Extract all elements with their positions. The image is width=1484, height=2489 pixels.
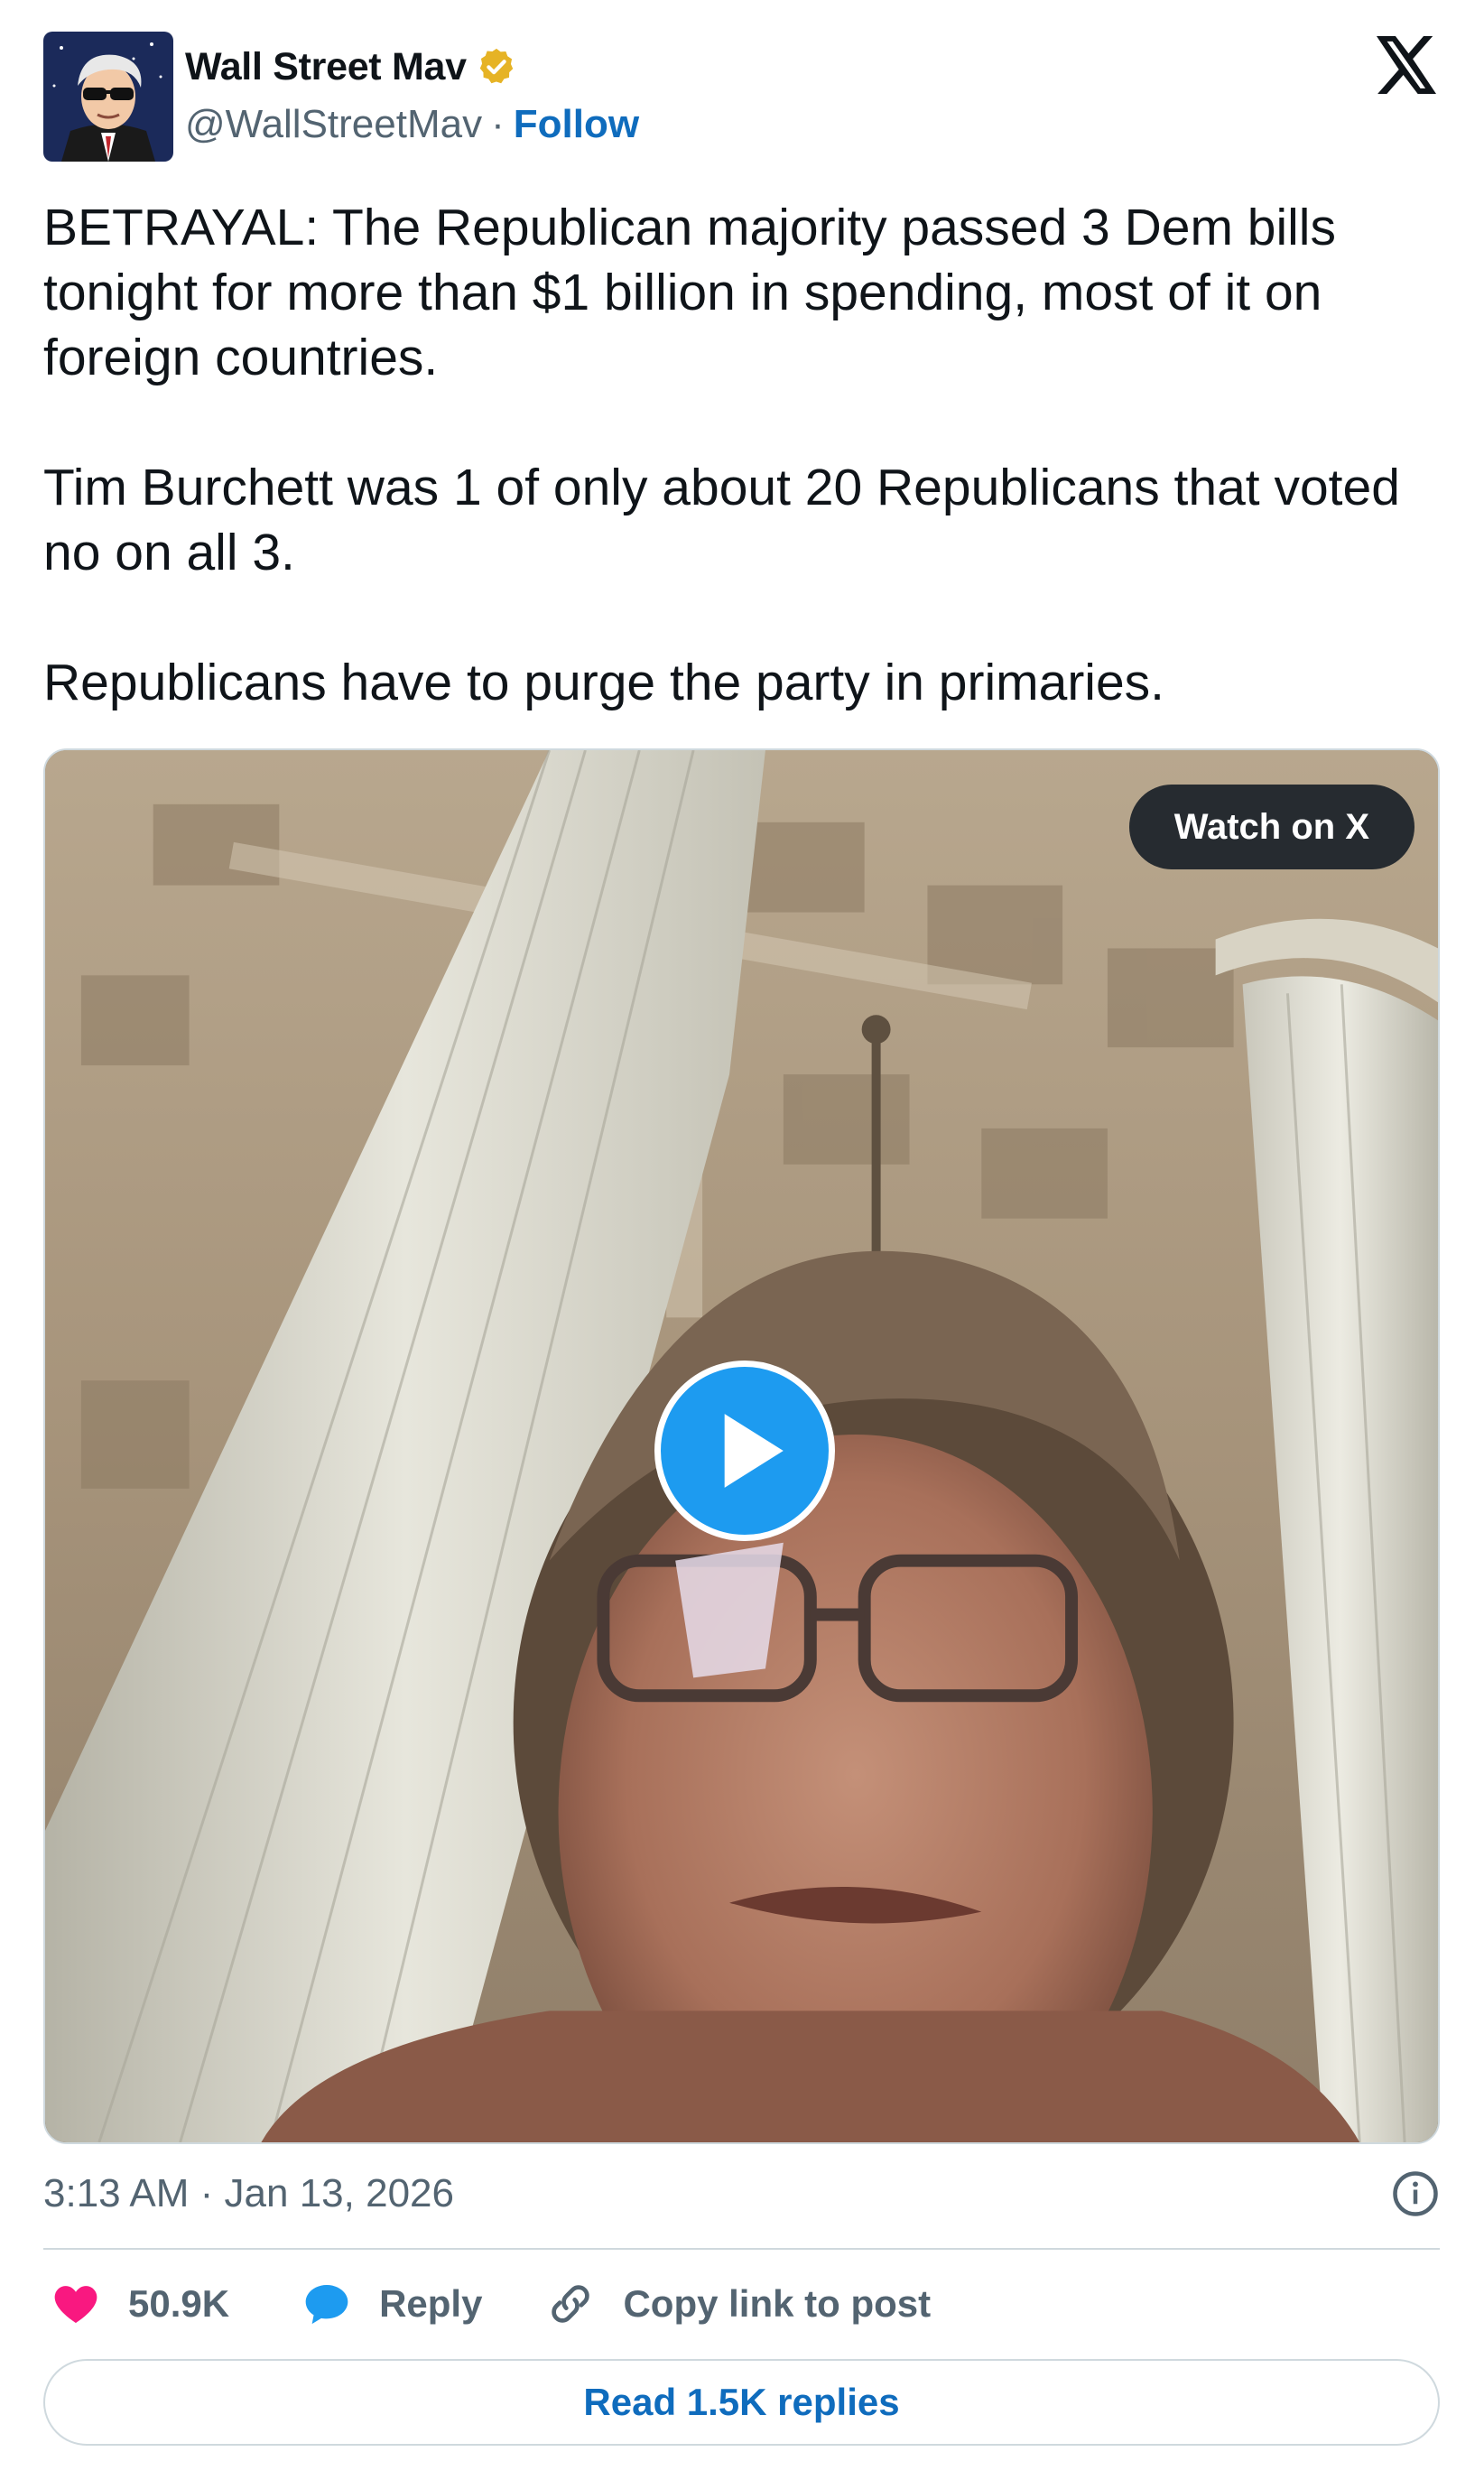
reply-label: Reply (379, 2282, 483, 2325)
x-logo-icon[interactable] (1376, 36, 1439, 94)
divider (43, 2248, 1440, 2250)
post-text: BETRAYAL: The Republican majority passed… (43, 195, 1452, 715)
play-icon (724, 1414, 784, 1488)
copy-link-label: Copy link to post (623, 2282, 932, 2325)
speech-bubble-icon (305, 2285, 348, 2325)
author-name[interactable]: Wall Street Mav (185, 45, 467, 89)
read-replies-button[interactable]: Read 1.5K replies (43, 2359, 1440, 2446)
embedded-post-card: Wall Street Mav @WallStreetMav · Follow … (0, 0, 1484, 2489)
separator-dot: · (491, 102, 505, 146)
author-block: Wall Street Mav @WallStreetMav · Follow (185, 42, 639, 150)
post-meta-row: 3:13 AM · Jan 13, 2026 (43, 2167, 1440, 2221)
follow-link[interactable]: Follow (514, 102, 639, 147)
author-handle[interactable]: @WallStreetMav (185, 102, 482, 147)
like-button[interactable]: 50.9K (51, 2279, 229, 2329)
play-button[interactable] (654, 1361, 835, 1541)
post-paragraph: Republicans have to purge the party in p… (43, 654, 1165, 711)
post-paragraph: BETRAYAL: The Republican majority passed… (43, 199, 1336, 386)
info-icon[interactable] (1391, 2169, 1440, 2218)
verified-badge-icon (479, 48, 513, 84)
link-icon (552, 2285, 590, 2323)
author-handle-row: @WallStreetMav · Follow (185, 99, 639, 150)
action-bar: 50.9K Reply Copy link to post (43, 2275, 931, 2333)
heart-icon (54, 2286, 97, 2323)
video-thumbnail[interactable]: Watch on X (43, 748, 1440, 2144)
post-timestamp[interactable]: 3:13 AM · Jan 13, 2026 (43, 2171, 454, 2216)
watch-on-x-button[interactable]: Watch on X (1128, 785, 1414, 869)
post-paragraph: Tim Burchett was 1 of only about 20 Repu… (43, 459, 1400, 581)
author-avatar[interactable] (43, 32, 173, 162)
reply-button[interactable]: Reply (301, 2279, 482, 2329)
author-name-row: Wall Street Mav (185, 42, 639, 92)
copy-link-button[interactable]: Copy link to post (545, 2279, 931, 2329)
like-count: 50.9K (128, 2282, 230, 2325)
